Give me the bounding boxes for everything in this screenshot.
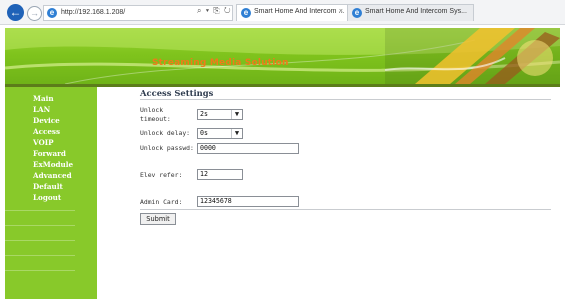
elev-refer-field[interactable]: 12 <box>197 169 243 180</box>
ie-tab-icon: e <box>241 8 251 18</box>
unlock-timeout-label: Unlock timeout: <box>140 106 171 124</box>
sidebar-divider-lines <box>5 210 75 285</box>
back-arrow-icon: ← <box>9 5 22 19</box>
chevron-down-icon: ▼ <box>231 110 242 119</box>
banner-art-graphic <box>385 28 560 84</box>
sidebar-item-forward[interactable]: Forward <box>5 148 97 159</box>
forward-button[interactable]: → <box>27 6 42 21</box>
unlock-timeout-value: 2s <box>200 110 208 118</box>
tab-smart-home-1[interactable]: e Smart Home And Intercom ... × <box>236 4 348 21</box>
close-tab-icon[interactable]: × <box>339 8 343 15</box>
sidebar-item-default[interactable]: Default <box>5 181 97 192</box>
form-divider <box>140 209 551 210</box>
unlock-delay-label: Unlock delay: <box>140 129 191 137</box>
sidebar-item-exmodule[interactable]: ExModule <box>5 159 97 170</box>
elev-refer-label: Elev refer: <box>140 171 183 179</box>
back-button[interactable]: ← <box>7 4 24 21</box>
tab-label: Smart Home And Intercom Sys... <box>365 8 467 15</box>
admin-card-label: Admin Card: <box>140 198 183 206</box>
sidebar-item-access[interactable]: Access <box>5 126 97 137</box>
unlock-timeout-label-line1: Unlock <box>140 106 164 114</box>
tab-label: Smart Home And Intercom ... <box>254 8 345 15</box>
address-url[interactable]: http://192.168.1.208/ <box>61 7 125 19</box>
sidebar-menu: Main LAN Device Access VOIP Forward ExMo… <box>5 93 97 203</box>
browser-toolbar: ← → e http://192.168.1.208/ ⌕ ▾ ⎘ ↻ e Sm… <box>0 0 565 25</box>
admin-card-field[interactable]: 12345678 <box>197 196 299 207</box>
sidebar-item-logout[interactable]: Logout <box>5 192 97 203</box>
address-tools-icons[interactable]: ⌕ ▾ ⎘ ↻ <box>197 6 232 16</box>
ie-tab-icon: e <box>352 8 362 18</box>
title-divider <box>140 99 551 100</box>
header-banner: Streaming Media Solution <box>5 28 560 84</box>
unlock-delay-select[interactable]: 0s ▼ <box>197 128 243 139</box>
unlock-passwd-label: Unlock passwd: <box>140 144 194 152</box>
sidebar-item-main[interactable]: Main <box>5 93 97 104</box>
forward-arrow-icon: → <box>30 8 39 18</box>
sidebar-item-device[interactable]: Device <box>5 115 97 126</box>
unlock-timeout-label-line2: timeout: <box>140 115 171 123</box>
tab-smart-home-2[interactable]: e Smart Home And Intercom Sys... <box>347 4 474 21</box>
page-title: Access Settings <box>140 88 214 98</box>
unlock-passwd-field[interactable]: 0000 <box>197 143 299 154</box>
unlock-delay-value: 0s <box>200 129 208 137</box>
main-content: Access Settings Unlock timeout: 2s ▼ Unl… <box>100 88 560 299</box>
sidebar-item-lan[interactable]: LAN <box>5 104 97 115</box>
chevron-down-icon: ▼ <box>231 129 242 138</box>
ie-page-icon: e <box>47 8 57 18</box>
sidebar-item-voip[interactable]: VOIP <box>5 137 97 148</box>
sidebar: Main LAN Device Access VOIP Forward ExMo… <box>5 87 97 299</box>
unlock-timeout-select[interactable]: 2s ▼ <box>197 109 243 120</box>
sidebar-item-advanced[interactable]: Advanced <box>5 170 97 181</box>
banner-title: Streaming Media Solution <box>152 58 289 68</box>
submit-button[interactable]: Submit <box>140 213 176 225</box>
